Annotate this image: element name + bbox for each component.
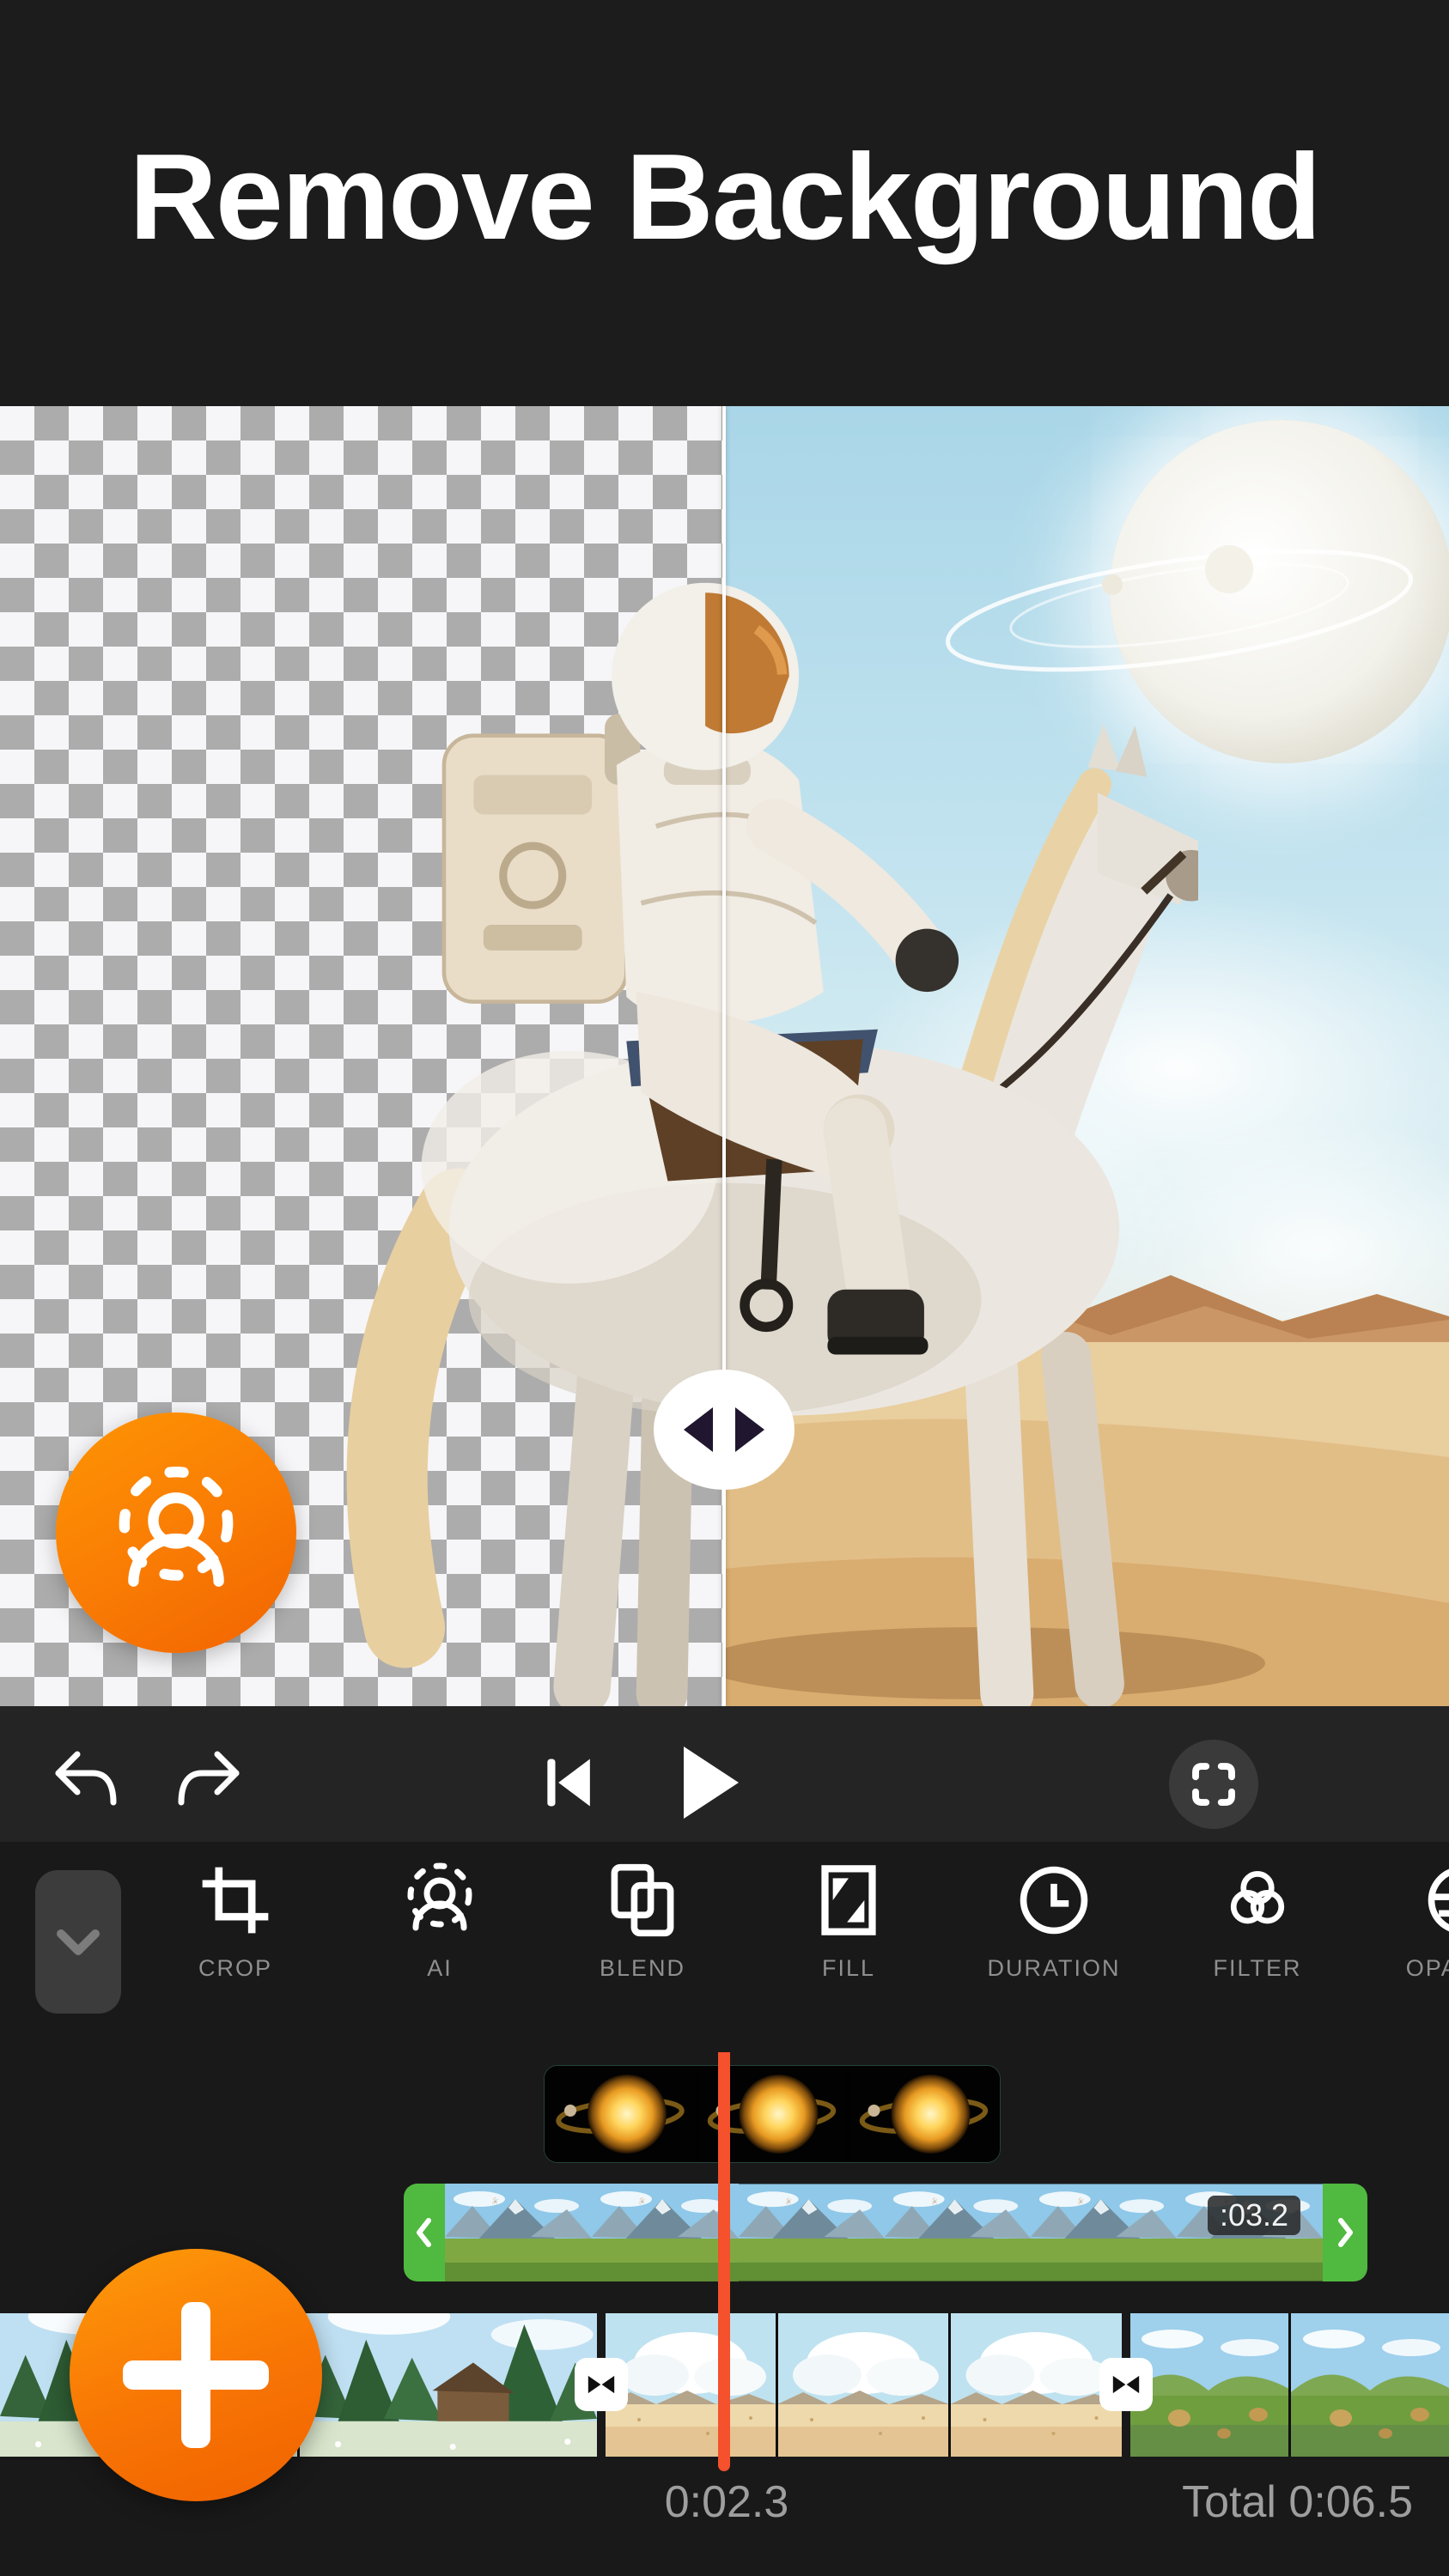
clip-frame: [300, 2313, 597, 2457]
clip-frame: [739, 2184, 885, 2281]
selected-clip-frames: [445, 2184, 1323, 2281]
tool-label: CROP: [149, 1955, 321, 1982]
preview-canvas[interactable]: [0, 406, 1449, 1706]
ai-person-icon: [399, 1859, 481, 1941]
selected-clip[interactable]: :03.2: [404, 2184, 1367, 2281]
playhead[interactable]: [718, 2052, 730, 2471]
overlay-frame: [848, 2066, 1000, 2162]
compare-divider-line: [722, 406, 726, 1706]
redo-button[interactable]: [174, 1747, 247, 1809]
filter-circles-icon: [1218, 1861, 1297, 1940]
blend-icon: [603, 1861, 682, 1940]
plus-icon: [181, 2302, 210, 2448]
current-time: 0:02.3: [555, 2476, 898, 2528]
overlay-track-clip[interactable]: [544, 2065, 1001, 2163]
collapse-tools-button[interactable]: [35, 1870, 121, 2014]
tool-label: DURATION: [968, 1955, 1140, 1982]
chevron-left-icon: [411, 2215, 437, 2250]
clip-frame: [445, 2184, 592, 2281]
tool-crop[interactable]: CROP: [149, 1857, 321, 1982]
bowtie-transition-icon: [1110, 2373, 1142, 2396]
clip-duration-badge: :03.2: [1208, 2196, 1300, 2235]
tool-fill[interactable]: FILL: [763, 1857, 935, 1982]
clip-frame: [1031, 2184, 1177, 2281]
tool-label: FILTER: [1172, 1955, 1343, 1982]
clip-frame: [606, 2313, 776, 2457]
trim-handle-right[interactable]: [1323, 2184, 1367, 2281]
clip-frame: [778, 2313, 948, 2457]
header: Remove Background: [0, 0, 1449, 406]
tool-label: BLEND: [557, 1955, 728, 1982]
clip-frame: [951, 2313, 1122, 2457]
add-clip-button[interactable]: [70, 2249, 322, 2501]
transition-button[interactable]: [1099, 2358, 1153, 2411]
chevron-down-icon: [51, 1923, 106, 1961]
tools-bar: CROP AI BLEND FILL DURATION FILTER OPACI…: [0, 1842, 1449, 2050]
ai-person-icon: [103, 1460, 249, 1606]
duration-clock-icon: [1014, 1861, 1093, 1940]
clip-frame: [885, 2184, 1031, 2281]
tool-label: OPACITY: [1376, 1955, 1449, 1982]
undo-button[interactable]: [48, 1747, 120, 1809]
right-arrow-icon: [735, 1407, 764, 1452]
skip-to-start-button[interactable]: [541, 1754, 598, 1811]
total-time: Total 0:06.5: [1182, 2476, 1413, 2528]
play-button[interactable]: [684, 1747, 739, 1819]
tool-filter[interactable]: FILTER: [1172, 1857, 1343, 1982]
transport-bar: [0, 1706, 1449, 1842]
trim-handle-left[interactable]: [404, 2184, 445, 2281]
clip-frame: [1130, 2313, 1288, 2457]
clip-desert[interactable]: [606, 2313, 1122, 2457]
fullscreen-icon: [1190, 1760, 1238, 1808]
tool-ai[interactable]: AI: [354, 1857, 526, 1982]
clip-grassland[interactable]: [1130, 2313, 1449, 2457]
left-arrow-icon: [684, 1407, 713, 1452]
tool-opacity[interactable]: OPACITY: [1376, 1857, 1449, 1982]
video-editor-screen: Remove Background: [0, 0, 1449, 2576]
page-title: Remove Background: [0, 127, 1449, 268]
opacity-icon: [1422, 1861, 1449, 1940]
chevron-right-icon: [1332, 2215, 1358, 2250]
clip-frame: [1291, 2313, 1449, 2457]
astronaut-on-horse: [311, 578, 1198, 1706]
tool-label: AI: [354, 1955, 526, 1982]
ai-remove-background-button[interactable]: [56, 1413, 296, 1653]
overlay-frame: [545, 2066, 696, 2162]
tool-blend[interactable]: BLEND: [557, 1857, 728, 1982]
tool-label: FILL: [763, 1955, 935, 1982]
transition-button[interactable]: [575, 2358, 628, 2411]
fill-icon: [811, 1861, 886, 1940]
clip-frame: [592, 2184, 739, 2281]
fullscreen-button[interactable]: [1169, 1740, 1258, 1829]
bowtie-transition-icon: [585, 2373, 618, 2396]
tool-duration[interactable]: DURATION: [968, 1857, 1140, 1982]
crop-icon: [196, 1861, 275, 1940]
compare-slider-handle[interactable]: [654, 1370, 795, 1490]
